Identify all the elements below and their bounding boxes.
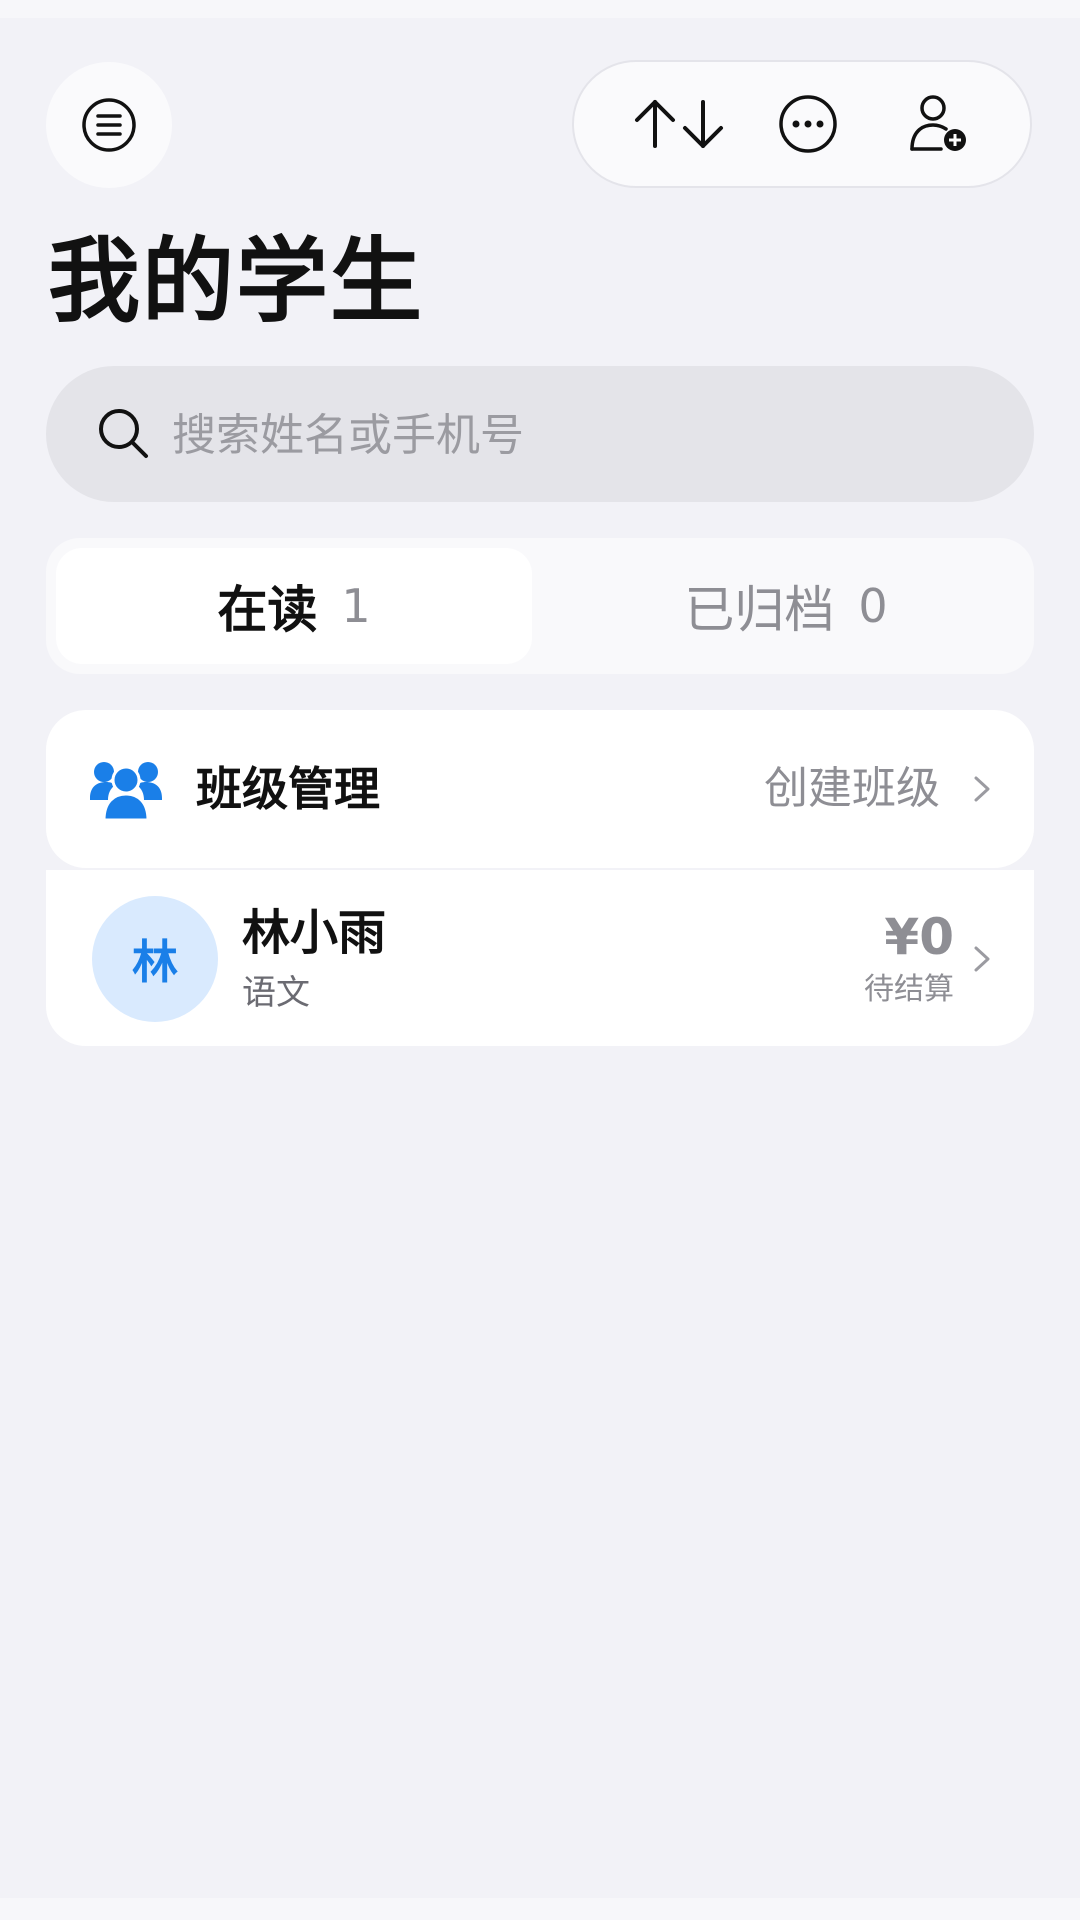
sort-button[interactable] <box>624 62 734 186</box>
tab-label: 在读 <box>217 581 318 639</box>
tab-count: 1 <box>341 579 371 633</box>
group-icon <box>90 762 162 822</box>
add-user-icon <box>910 95 966 151</box>
menu-button[interactable] <box>46 62 172 188</box>
balance-amount: ¥0 <box>884 908 954 966</box>
status-bar <box>0 0 1080 18</box>
student-name: 林小雨 <box>242 905 387 961</box>
balance-status: 待结算 <box>864 972 954 1007</box>
more-button[interactable] <box>760 62 856 186</box>
chevron-right-icon <box>974 776 990 802</box>
tab-archived[interactable]: 已归档 0 <box>548 548 1024 664</box>
create-class-link[interactable]: 创建班级 <box>764 754 940 824</box>
class-management-row[interactable]: 班级管理 创建班级 <box>46 710 1034 868</box>
toolbar-actions <box>572 60 1032 188</box>
status-tabs: 在读 1 已归档 0 <box>46 538 1034 674</box>
add-student-button[interactable] <box>890 62 986 186</box>
search-icon <box>99 409 148 458</box>
menu-lines-icon <box>82 98 136 152</box>
more-dots-icon <box>779 95 837 153</box>
sort-arrows-icon <box>635 100 723 148</box>
tab-count: 0 <box>858 579 888 633</box>
tab-reading[interactable]: 在读 1 <box>56 548 532 664</box>
tab-label: 已归档 <box>684 581 835 639</box>
student-subject: 语文 <box>242 973 310 1013</box>
avatar: 林 <box>92 896 218 1022</box>
search-bar[interactable] <box>46 366 1034 502</box>
search-input[interactable] <box>170 396 994 474</box>
class-management-label: 班级管理 <box>196 762 380 816</box>
home-indicator-area <box>0 1898 1080 1920</box>
chevron-right-icon <box>974 946 990 972</box>
page-title: 我的学生 <box>48 228 425 335</box>
student-row[interactable]: 林 林小雨 语文 ¥0 待结算 <box>46 870 1034 1046</box>
